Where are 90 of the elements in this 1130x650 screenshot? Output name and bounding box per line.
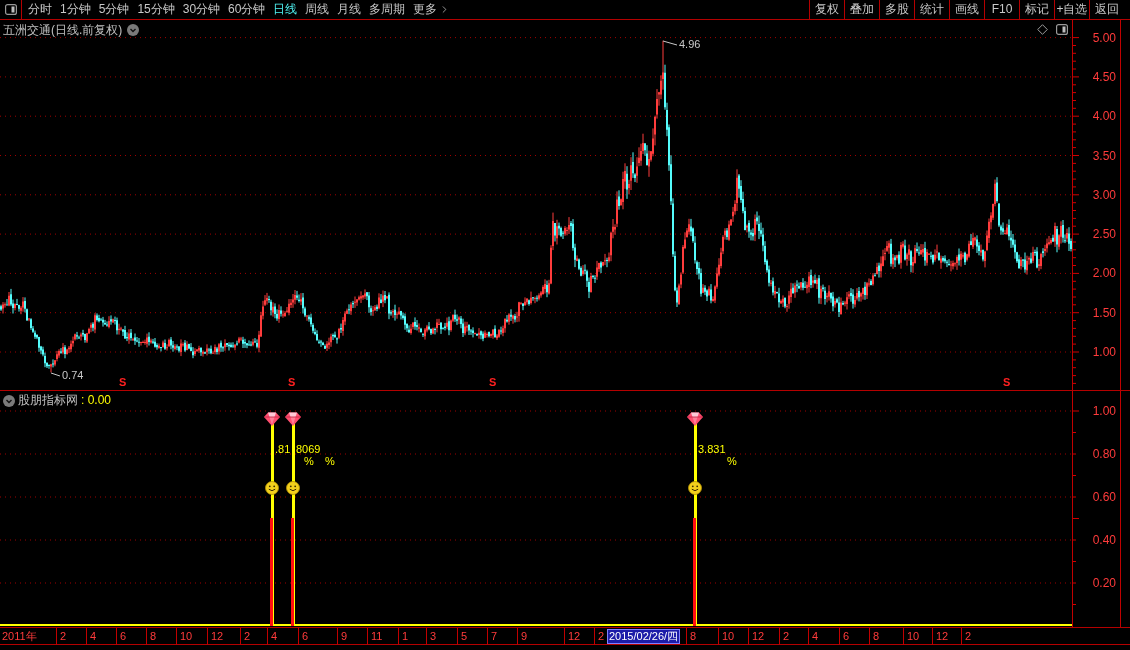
time-axis-label: 12 xyxy=(207,628,224,645)
time-axis-label: 1 xyxy=(398,628,409,645)
time-axis-label: 8 xyxy=(869,628,880,645)
period-tab[interactable]: 周线 xyxy=(305,0,330,19)
time-axis-label: 10 xyxy=(176,628,193,645)
low-price-label: 0.74 xyxy=(62,369,84,382)
time-axis-label: 9 xyxy=(517,628,528,645)
gem-icon xyxy=(285,412,301,426)
time-axis-label: 4 xyxy=(267,628,278,645)
dropdown-icon[interactable] xyxy=(3,394,15,407)
time-axis-label: 2 xyxy=(779,628,790,645)
time-axis-label: 12 xyxy=(932,628,949,645)
period-tab[interactable]: 日线 xyxy=(273,0,298,19)
period-tab[interactable]: 分时 xyxy=(28,0,52,19)
signal-value: 8069 xyxy=(296,444,321,455)
period-tab[interactable]: 60分钟 xyxy=(228,0,266,19)
signal-value: .81 xyxy=(275,444,291,455)
time-axis-label: 2 xyxy=(56,628,67,645)
time-axis-label: 6 xyxy=(298,628,309,645)
smiley-icon xyxy=(688,481,702,495)
time-axis-label: 2 xyxy=(240,628,251,645)
time-axis-label: 6 xyxy=(116,628,127,645)
indicator-reading: : 0.00 xyxy=(81,393,112,408)
toolbar-button[interactable]: 复权 xyxy=(809,0,844,19)
panel-icon[interactable] xyxy=(4,4,17,15)
period-tab[interactable]: 1分钟 xyxy=(60,0,91,19)
time-axis-label: 3 xyxy=(426,628,437,645)
toolbar-button[interactable]: 多股 xyxy=(879,0,914,19)
toolbar-button[interactable]: 统计 xyxy=(914,0,949,19)
gem-icon xyxy=(264,412,280,426)
more-menu-button[interactable]: 更多 xyxy=(413,0,451,19)
time-axis-label: 5 xyxy=(457,628,468,645)
panel-icon[interactable] xyxy=(1056,24,1068,35)
time-axis-label: 7 xyxy=(487,628,498,645)
period-tab[interactable]: 多周期 xyxy=(369,0,406,19)
smiley-icon xyxy=(265,481,279,495)
percent-sign: % xyxy=(325,456,335,467)
time-axis-label: 11 xyxy=(367,628,383,645)
indicator-axis-label: 0.60 xyxy=(1092,490,1116,504)
time-axis-label: 8 xyxy=(686,628,697,645)
cursor-date-label: 2015/02/26/四 xyxy=(607,629,681,644)
time-axis-label: 12 xyxy=(748,628,765,645)
indicator-name: 股朋指标网 xyxy=(18,393,78,408)
price-axis-label: 2.50 xyxy=(1092,227,1116,242)
percent-sign: % xyxy=(304,456,314,467)
signal-letter: S xyxy=(489,376,497,389)
time-axis-label: 2 xyxy=(594,628,605,645)
time-axis-label: 9 xyxy=(337,628,348,645)
toolbar-button[interactable]: 叠加 xyxy=(844,0,879,19)
period-tab[interactable]: 15分钟 xyxy=(137,0,175,19)
diamond-icon[interactable] xyxy=(1037,24,1048,35)
period-tab[interactable]: 30分钟 xyxy=(182,0,221,19)
indicator-axis-label: 0.80 xyxy=(1092,447,1116,461)
stock-title: 五洲交通(日线.前复权) xyxy=(3,22,123,38)
indicator-axis-label: 1.00 xyxy=(1092,404,1116,418)
smiley-icon xyxy=(286,481,300,495)
time-axis-label: 10 xyxy=(903,628,920,645)
dropdown-icon[interactable] xyxy=(127,24,140,36)
price-axis-label: 4.00 xyxy=(1092,109,1116,124)
time-axis-label: 4 xyxy=(86,628,97,645)
price-axis-label: 4.50 xyxy=(1092,69,1116,84)
price-axis-label: 3.50 xyxy=(1092,148,1116,163)
price-axis-label: 3.00 xyxy=(1092,187,1116,202)
price-axis-label: 5.00 xyxy=(1092,30,1116,45)
price-axis-label: 2.00 xyxy=(1092,266,1116,281)
toolbar-button[interactable]: +自选 xyxy=(1054,0,1089,19)
high-price-label: 4.96 xyxy=(679,38,701,51)
signal-letter: S xyxy=(1003,376,1011,389)
time-axis-label: 6 xyxy=(839,628,850,645)
indicator-axis-label: 0.20 xyxy=(1092,576,1116,590)
period-tab[interactable]: 月线 xyxy=(337,0,362,19)
time-axis-label: 2 xyxy=(961,628,972,645)
price-axis-label: 1.50 xyxy=(1092,305,1116,320)
toolbar-button[interactable]: F10 xyxy=(984,0,1019,19)
period-tab[interactable]: 5分钟 xyxy=(98,0,130,19)
signal-value: 3.831 xyxy=(698,444,726,455)
price-axis-label: 1.00 xyxy=(1092,345,1116,359)
time-axis-label: 4 xyxy=(808,628,819,645)
percent-sign: % xyxy=(727,456,737,467)
time-axis-label: 12 xyxy=(564,628,581,645)
time-axis-label: 10 xyxy=(718,628,735,645)
time-axis-label: 8 xyxy=(146,628,157,645)
signal-letter: S xyxy=(119,376,127,389)
toolbar-button[interactable]: 返回 xyxy=(1089,0,1124,19)
gem-icon xyxy=(687,412,703,426)
toolbar-button[interactable]: 标记 xyxy=(1019,0,1054,19)
signal-letter: S xyxy=(288,376,296,389)
toolbar-button[interactable]: 画线 xyxy=(949,0,984,19)
indicator-axis-label: 0.40 xyxy=(1092,533,1116,547)
time-axis-label: 2011年 xyxy=(0,628,37,645)
